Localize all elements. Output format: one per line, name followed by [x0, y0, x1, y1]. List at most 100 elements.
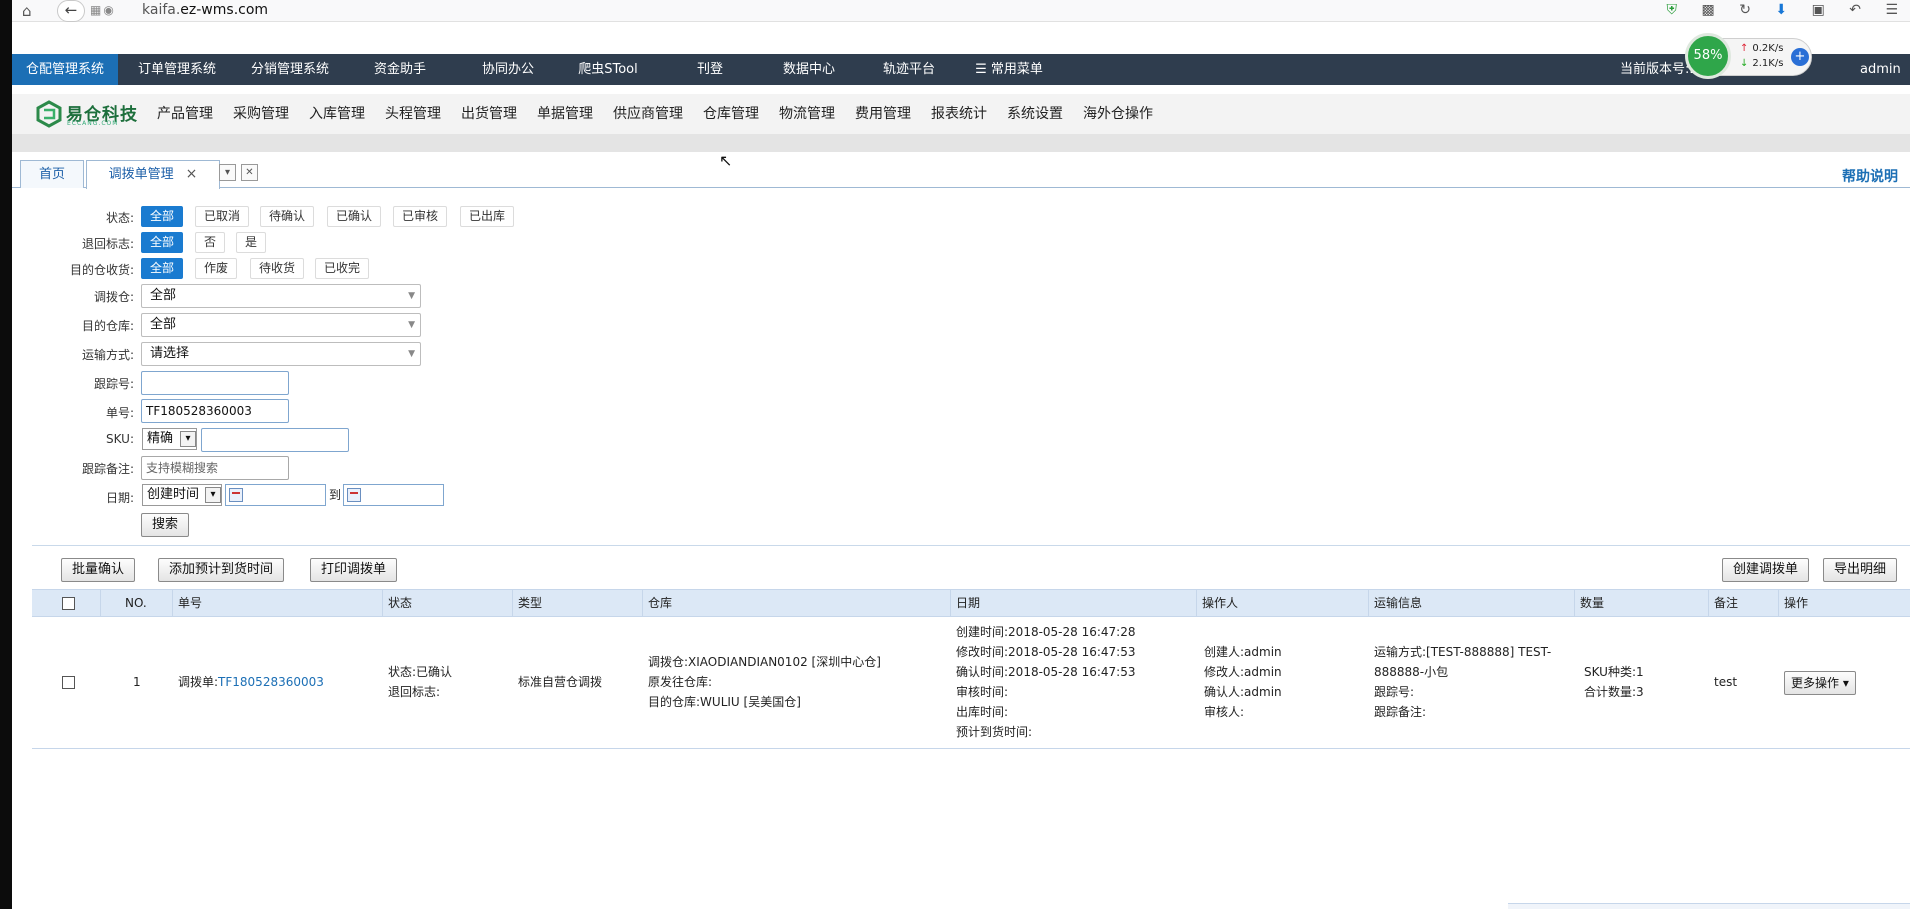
receive-pending[interactable]: 待收货: [250, 258, 305, 279]
network-monitor-widget[interactable]: 58% ↑ 0.2K/s ↓ 2.1K/s +: [1685, 33, 1812, 79]
help-link[interactable]: 帮助说明: [1842, 166, 1898, 186]
home-icon[interactable]: ⌂: [22, 2, 32, 20]
date-to-input[interactable]: [343, 484, 444, 506]
more-actions-button[interactable]: 更多操作 ▾: [1784, 671, 1856, 695]
close-icon[interactable]: ×: [186, 166, 198, 182]
nav-reports[interactable]: 报表统计: [931, 94, 987, 134]
sys-tab-distribution[interactable]: 分销管理系统: [237, 54, 343, 85]
window-icon[interactable]: ▣: [1812, 2, 1825, 18]
track-note-input[interactable]: 支持模糊搜索: [141, 456, 289, 480]
return-all[interactable]: 全部: [141, 232, 184, 253]
column-separator: [1574, 590, 1575, 618]
nav-shipping[interactable]: 出货管理: [461, 94, 517, 134]
status-pending[interactable]: 待确认: [260, 206, 315, 227]
logo-mark-icon: [36, 100, 62, 128]
download-icon[interactable]: ⬇: [1775, 2, 1787, 18]
sku-input[interactable]: [201, 428, 349, 452]
return-no[interactable]: 否: [195, 232, 226, 253]
sys-tab-order[interactable]: 订单管理系统: [124, 54, 230, 85]
nav-fees[interactable]: 费用管理: [855, 94, 911, 134]
row-no: 1: [133, 675, 141, 689]
nav-overseas[interactable]: 海外仓操作: [1083, 94, 1153, 134]
qr-icon[interactable]: ▩: [1702, 2, 1715, 18]
receive-complete[interactable]: 已收完: [315, 258, 370, 279]
url-domain: ez-wms.com: [180, 2, 269, 18]
status-all[interactable]: 全部: [141, 206, 184, 227]
sys-tab-office[interactable]: 协同办公: [458, 54, 558, 85]
sys-tab-crawler[interactable]: 爬虫STool: [556, 54, 660, 85]
sys-tab-track[interactable]: 轨迹平台: [859, 54, 959, 85]
order-no-link[interactable]: TF180528360003: [218, 675, 324, 689]
date-from-input[interactable]: [225, 484, 326, 506]
nav-product[interactable]: 产品管理: [157, 94, 213, 134]
nav-first-leg[interactable]: 头程管理: [385, 94, 441, 134]
export-details-button[interactable]: 导出明细: [1823, 558, 1898, 582]
operator-confirmer: 确认人:admin: [1204, 685, 1282, 699]
shipping-tracking: 跟踪号:: [1374, 685, 1415, 699]
receive-void[interactable]: 作废: [195, 258, 238, 279]
menu-icon[interactable]: ☰: [1885, 2, 1898, 18]
url-bar[interactable]: kaifa.ez-wms.com: [142, 2, 268, 18]
sys-tab-listing[interactable]: 刊登: [660, 54, 760, 85]
date-confirmed: 确认时间:2018-05-28 16:47:53: [956, 665, 1136, 679]
dest-wh-select[interactable]: 全部 ▼: [141, 313, 421, 337]
status-label: 状态:: [105, 211, 134, 225]
return-yes[interactable]: 是: [236, 232, 267, 253]
sys-tab-data[interactable]: 数据中心: [759, 54, 859, 85]
nav-documents[interactable]: 单据管理: [537, 94, 593, 134]
col-quantity: 数量: [1580, 596, 1605, 610]
nav-warehouse[interactable]: 仓库管理: [703, 94, 759, 134]
search-button[interactable]: 搜索: [141, 513, 190, 537]
date-created: 创建时间:2018-05-28 16:47:28: [956, 625, 1136, 639]
sys-tab-wms[interactable]: 仓配管理系统: [12, 54, 118, 85]
nav-logistics[interactable]: 物流管理: [779, 94, 835, 134]
transfer-wh-select[interactable]: 全部 ▼: [141, 284, 421, 308]
pagination-bar: [1508, 903, 1910, 909]
back-button[interactable]: ←: [57, 0, 85, 22]
column-separator: [1368, 590, 1369, 618]
tab-transfer-label: 调拨单管理: [108, 167, 174, 182]
shield-icon[interactable]: ⛨: [1667, 2, 1678, 18]
nav-settings[interactable]: 系统设置: [1007, 94, 1063, 134]
batch-confirm-button[interactable]: 批量确认: [61, 558, 136, 582]
create-transfer-button[interactable]: 创建调拨单: [1722, 558, 1810, 582]
dest-wh-value: 全部: [150, 317, 177, 332]
plus-icon[interactable]: +: [1791, 48, 1809, 66]
add-eta-button[interactable]: 添加预计到货时间: [158, 558, 285, 582]
undo-icon[interactable]: ↶: [1849, 2, 1861, 18]
status-cancelled[interactable]: 已取消: [195, 206, 250, 227]
status-confirmed[interactable]: 已确认: [327, 206, 382, 227]
row-checkbox[interactable]: [62, 676, 75, 689]
tab-dropdown-icon[interactable]: ▾: [219, 164, 236, 181]
sku-mode-select[interactable]: 精确 ▾: [142, 428, 197, 450]
nav-supplier[interactable]: 供应商管理: [613, 94, 683, 134]
tab-home[interactable]: 首页: [20, 160, 84, 188]
nav-purchase[interactable]: 采购管理: [233, 94, 289, 134]
order-no-input[interactable]: TF180528360003: [141, 399, 289, 423]
common-menu-label: 常用菜单: [990, 62, 1043, 77]
reload-icon[interactable]: ↻: [1739, 2, 1751, 18]
sys-tab-funds[interactable]: 资金助手: [350, 54, 450, 85]
upload-value: 0.2K/s: [1752, 43, 1784, 54]
nav-inbound[interactable]: 入库管理: [309, 94, 365, 134]
sys-tab-common-menu[interactable]: ☰ 常用菜单: [957, 54, 1061, 85]
transport-select[interactable]: 请选择 ▼: [141, 342, 421, 366]
tab-close-all-icon[interactable]: ✕: [241, 164, 258, 181]
status-line-1: 状态:已确认: [388, 665, 453, 679]
calendar-icon[interactable]: [347, 488, 361, 502]
status-audited[interactable]: 已审核: [393, 206, 448, 227]
shipping-method-line-1: 运输方式:[TEST-888888] TEST-: [1374, 645, 1552, 659]
status-shipped[interactable]: 已出库: [460, 206, 515, 227]
date-shipped: 出库时间:: [956, 705, 1009, 719]
select-all-checkbox[interactable]: [62, 597, 75, 610]
receive-all[interactable]: 全部: [141, 258, 184, 279]
calendar-icon[interactable]: [229, 488, 243, 502]
page-info-icon[interactable]: ▦◉: [90, 3, 116, 17]
print-transfer-button[interactable]: 打印调拨单: [310, 558, 398, 582]
operator-auditor: 审核人:: [1204, 705, 1245, 719]
date-type-select[interactable]: 创建时间 ▾: [142, 484, 222, 506]
tracking-input[interactable]: [141, 371, 289, 395]
tab-transfer-orders[interactable]: 调拨单管理 ×: [86, 160, 220, 189]
warehouse-line-2: 原发往仓库:: [648, 675, 713, 689]
column-separator: [950, 590, 951, 618]
